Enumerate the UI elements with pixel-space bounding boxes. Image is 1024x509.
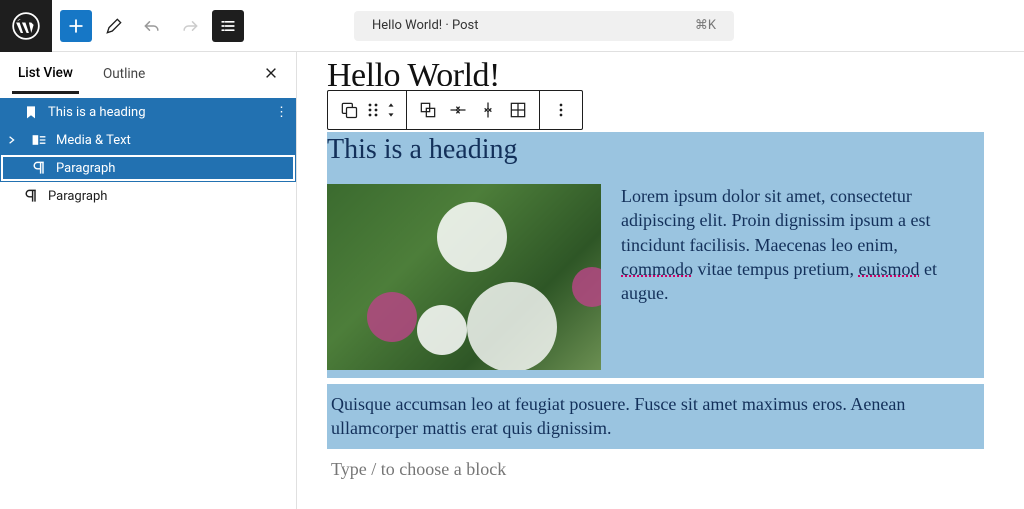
paragraph-icon <box>30 159 48 177</box>
redo-button[interactable] <box>174 10 206 42</box>
list-item-media-text[interactable]: Media & Text <box>0 126 296 154</box>
paragraph-text: vitae tempus pretium, <box>693 259 858 279</box>
plus-icon <box>66 16 86 36</box>
block-type-button[interactable] <box>334 95 364 125</box>
document-title-pill[interactable]: Hello World! · Post ⌘K <box>354 11 734 41</box>
redo-icon <box>180 16 200 36</box>
paragraph-block[interactable]: Quisque accumsan leo at feugiat posuere.… <box>327 384 984 449</box>
close-icon <box>264 66 278 80</box>
list-item-paragraph[interactable]: Paragraph <box>0 182 296 210</box>
wordpress-icon <box>12 12 40 40</box>
selected-blocks-region: This is a heading Lorem ipsum dolor sit … <box>327 132 984 449</box>
list-item-label: Paragraph <box>56 161 115 176</box>
bookmark-icon <box>22 103 40 121</box>
stack-button[interactable] <box>473 95 503 125</box>
media-text-content[interactable]: Lorem ipsum dolor sit amet, consectetur … <box>621 184 978 370</box>
paragraph-icon <box>22 187 40 205</box>
undo-button[interactable] <box>136 10 168 42</box>
drag-icon <box>364 100 382 120</box>
list-item-label: Paragraph <box>48 189 107 204</box>
list-view-tree: This is a heading ⋮ Media & Text Paragra… <box>0 96 296 210</box>
block-type-icon <box>339 100 359 120</box>
document-overview-sidebar: List View Outline This is a heading ⋮ Me… <box>0 52 297 509</box>
group-button[interactable] <box>413 95 443 125</box>
tab-list-view[interactable]: List View <box>12 55 79 94</box>
pencil-icon <box>104 16 124 36</box>
document-overview-button[interactable] <box>212 10 244 42</box>
toolbar-center: Hello World! · Post ⌘K <box>244 11 844 41</box>
group-icon <box>418 100 438 120</box>
drag-handle[interactable] <box>364 95 382 125</box>
toolbar-left-group <box>60 10 244 42</box>
block-options-button[interactable] <box>546 95 576 125</box>
paragraph-text: Lorem ipsum dolor sit amet, consectetur … <box>621 186 931 255</box>
more-vertical-icon <box>551 100 571 120</box>
move-buttons[interactable] <box>382 95 400 125</box>
list-item-heading[interactable]: This is a heading ⋮ <box>0 98 296 126</box>
undo-icon <box>142 16 162 36</box>
spellcheck-word: commodo <box>621 259 693 279</box>
grid-icon <box>508 100 528 120</box>
spellcheck-word: euismod <box>858 259 919 279</box>
list-item-label: This is a heading <box>48 105 146 120</box>
row-button[interactable] <box>443 95 473 125</box>
media-image[interactable] <box>327 184 601 370</box>
main-area: List View Outline This is a heading ⋮ Me… <box>0 52 1024 509</box>
grid-button[interactable] <box>503 95 533 125</box>
top-toolbar: Hello World! · Post ⌘K <box>0 0 1024 52</box>
block-toolbar <box>327 90 583 130</box>
editor-canvas[interactable]: Hello World! This is a head <box>297 52 1024 509</box>
close-sidebar-button[interactable] <box>260 62 282 84</box>
add-block-button[interactable] <box>60 10 92 42</box>
list-item-label: Media & Text <box>56 133 131 148</box>
document-title: Hello World! · Post <box>372 18 478 33</box>
list-view-icon <box>218 16 238 36</box>
expand-caret[interactable] <box>6 136 18 144</box>
list-item-options[interactable]: ⋮ <box>275 105 288 120</box>
move-up-down-icon <box>382 100 400 120</box>
heading-block[interactable]: This is a heading <box>327 132 984 172</box>
tools-button[interactable] <box>98 10 130 42</box>
wordpress-logo[interactable] <box>0 0 52 52</box>
command-shortcut: ⌘K <box>695 18 716 33</box>
empty-paragraph-placeholder[interactable]: Type / to choose a block <box>327 449 984 490</box>
row-icon <box>448 100 468 120</box>
sidebar-tabs: List View Outline <box>0 52 296 96</box>
media-text-block[interactable]: Lorem ipsum dolor sit amet, consectetur … <box>327 172 984 378</box>
media-text-icon <box>30 131 48 149</box>
stack-icon <box>478 100 498 120</box>
post-title[interactable]: Hello World! <box>327 56 984 86</box>
title-wrapper: Hello World! <box>327 62 984 92</box>
list-item-paragraph-selected[interactable]: Paragraph <box>0 154 296 182</box>
tab-outline[interactable]: Outline <box>97 56 151 92</box>
